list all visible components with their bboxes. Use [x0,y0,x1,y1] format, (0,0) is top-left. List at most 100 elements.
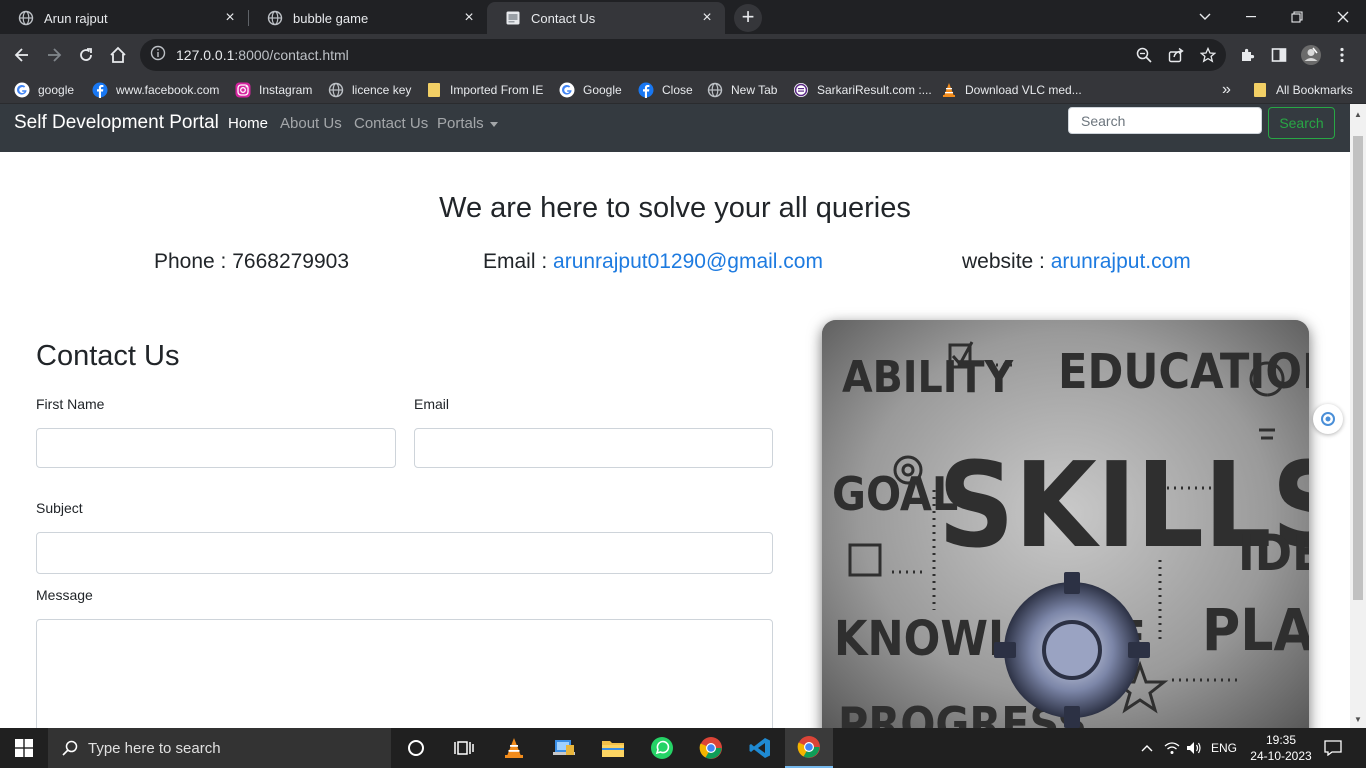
file-explorer-icon[interactable] [589,728,637,768]
side-panel-icon[interactable] [1265,41,1293,69]
taskbar-search-placeholder: Type here to search [88,739,221,757]
bookmark-licence-key[interactable]: licence key [328,80,411,100]
nav-contact-us[interactable]: Contact Us [354,115,428,132]
hero-title: We are here to solve your all queries [439,192,911,224]
url-host: 127.0.0.1 [176,47,235,63]
nav-portals-dropdown[interactable]: Portals [437,115,498,132]
site-search-input[interactable] [1068,107,1262,134]
page-scrollbar[interactable]: ▲ ▼ [1350,104,1366,728]
assistant-widget-icon[interactable] [1313,404,1343,434]
tab-bubble-game[interactable]: bubble game × [249,2,487,34]
site-navbar: Self Development Portal Home About Us Co… [0,104,1350,152]
tab-title: bubble game [293,10,369,26]
bookmarks-overflow-button[interactable]: » [1222,80,1231,100]
email-input[interactable] [414,428,773,468]
close-tab-icon[interactable]: × [699,10,715,26]
extensions-icon[interactable] [1233,41,1261,69]
email-label: Email : [483,250,554,273]
word-idea: IDEA [1238,524,1309,582]
instagram-icon [235,82,251,98]
website-link[interactable]: arunrajput.com [1051,250,1191,273]
nav-home[interactable]: Home [228,115,268,132]
brand-logo[interactable]: Self Development Portal [14,112,219,134]
message-textarea[interactable] [36,619,773,728]
volume-icon[interactable] [1184,728,1204,768]
home-icon[interactable] [104,41,132,69]
bookmark-google-2[interactable]: Google [559,80,622,100]
cortana-icon[interactable] [392,728,440,768]
scrollbar-thumb[interactable] [1353,136,1363,600]
start-button[interactable] [0,728,48,768]
tab-search-icon[interactable] [1182,0,1228,34]
bookmark-label: google [38,83,75,97]
site-search-button[interactable]: Search [1268,107,1335,139]
bookmark-label: Imported From IE [450,83,544,97]
restore-icon[interactable] [1274,0,1320,34]
vscode-icon[interactable] [736,728,784,768]
nav-about-us[interactable]: About Us [280,115,342,132]
profile-avatar[interactable] [1297,41,1325,69]
taskbar-search[interactable]: Type here to search [48,728,391,768]
share-icon[interactable] [1168,47,1184,63]
minimize-icon[interactable] [1228,0,1274,34]
bookmark-label: Download VLC med... [965,83,1082,97]
clock-time: 19:35 [1265,733,1297,747]
notifications-icon[interactable] [1318,728,1348,768]
all-bookmarks-button[interactable]: All Bookmarks [1252,80,1353,100]
tab-title: Arun rajput [44,10,108,26]
nav-portals-label: Portals [437,115,484,132]
tab-contact-us[interactable]: Contact Us × [487,2,725,34]
google-icon [559,82,575,98]
zoom-icon[interactable] [1136,47,1152,63]
email-field-label: Email [414,396,450,412]
bookmark-imported-from-ie[interactable]: Imported From IE [426,80,543,100]
bookmark-instagram[interactable]: Instagram [235,80,312,100]
tab-arun-rajput[interactable]: Arun rajput × [0,2,248,34]
bookmark-vlc[interactable]: Download VLC med... [941,80,1082,100]
chrome-active-icon[interactable] [785,728,833,768]
address-bar[interactable]: 127.0.0.1:8000/contact.html [140,39,1226,71]
bookmark-facebook[interactable]: www.facebook.com [92,80,219,100]
chrome-icon[interactable] [687,728,735,768]
globe-icon [18,10,34,26]
back-icon[interactable] [8,41,36,69]
subject-input[interactable] [36,532,773,574]
reload-icon[interactable] [72,41,100,69]
whatsapp-icon[interactable] [638,728,686,768]
globe-icon [328,82,344,98]
task-view-icon[interactable] [440,728,488,768]
phone-number: 7668279903 [232,250,350,273]
vlc-icon [941,82,957,98]
bookmark-close[interactable]: Close [638,80,693,100]
menu-icon[interactable] [1328,41,1356,69]
language-indicator[interactable]: ENG [1208,728,1240,768]
facebook-icon [92,82,108,98]
file-transfer-icon[interactable] [540,728,588,768]
forward-icon[interactable] [40,41,68,69]
bookmark-star-icon[interactable] [1199,46,1217,63]
bookmark-new-tab[interactable]: New Tab [707,80,777,100]
network-icon[interactable] [1162,728,1182,768]
folder-icon [1252,82,1268,98]
bookmark-google[interactable]: google [14,80,74,100]
bookmark-label: New Tab [731,83,778,97]
site-info-icon[interactable] [150,45,166,66]
new-tab-button[interactable]: + [734,4,762,32]
scroll-up-icon[interactable]: ▲ [1354,110,1362,119]
close-window-icon[interactable] [1320,0,1366,34]
word-ability: ABILITY [842,352,1014,403]
bookmark-sarkariresult[interactable]: SarkariResult.com :... [793,80,932,100]
close-tab-icon[interactable]: × [461,10,477,26]
close-tab-icon[interactable]: × [222,10,238,26]
website-info: website : arunrajput.com [962,250,1191,274]
scroll-down-icon[interactable]: ▼ [1354,715,1362,724]
tray-overflow-icon[interactable] [1138,728,1156,768]
phone-label: Phone : [154,250,233,273]
taskbar-clock[interactable]: 19:35 24-10-2023 [1246,732,1316,764]
first-name-input[interactable] [36,428,396,468]
tab-title: Contact Us [531,10,596,26]
bookmark-label: licence key [352,83,412,97]
first-name-label: First Name [36,396,105,412]
vlc-taskbar-icon[interactable] [490,728,538,768]
email-link[interactable]: arunrajput01290@gmail.com [553,250,823,273]
